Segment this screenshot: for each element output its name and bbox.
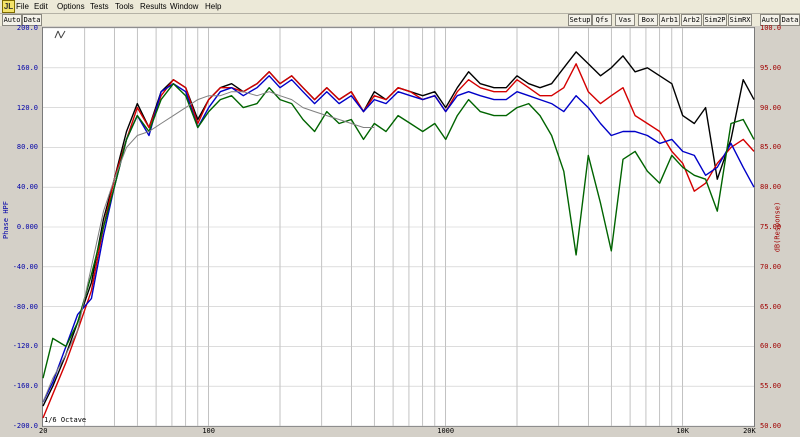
right-tick-label: 80.00 bbox=[760, 183, 782, 192]
right-tick-label: 50.00 bbox=[760, 422, 782, 430]
x-tick-label: 20 bbox=[39, 427, 48, 435]
logo-mark-icon bbox=[54, 30, 66, 39]
left-tick-label: -120.0 bbox=[12, 342, 38, 351]
series-black-line bbox=[42, 51, 755, 407]
x-tick-label: 100 bbox=[202, 427, 215, 435]
left-tick-label: -160.0 bbox=[12, 382, 38, 391]
left-tick-label: 80.00 bbox=[16, 143, 38, 152]
x-tick-label: 1000 bbox=[437, 427, 455, 435]
right-tick-label: 95.00 bbox=[760, 63, 782, 72]
x-tick-label: 20K bbox=[743, 427, 756, 435]
right-tick-label: 60.00 bbox=[760, 342, 782, 351]
right-axis-label: dB(Response) bbox=[773, 201, 782, 253]
right-tick-label: 85.00 bbox=[760, 143, 782, 152]
right-tick-label: 70.00 bbox=[760, 262, 782, 271]
left-tick-label: 160.0 bbox=[16, 63, 38, 72]
left-tick-label: 200.0 bbox=[16, 24, 38, 32]
left-axis-label: Phase HPF bbox=[1, 201, 10, 239]
series-green-line bbox=[42, 82, 755, 379]
right-tick-label: 55.00 bbox=[760, 382, 782, 391]
left-tick-label: 120.0 bbox=[16, 103, 38, 112]
right-tick-label: 90.00 bbox=[760, 103, 782, 112]
left-tick-label: 40.00 bbox=[16, 183, 38, 192]
series-red-line bbox=[42, 63, 755, 419]
right-tick-label: 100.0 bbox=[760, 24, 782, 32]
left-tick-label: -200.0 bbox=[12, 422, 38, 430]
smoothing-label: 1/6 Octave bbox=[44, 416, 87, 424]
x-tick-label: 10K bbox=[676, 427, 689, 435]
frequency-response-chart bbox=[42, 27, 755, 427]
right-tick-label: 65.00 bbox=[760, 302, 782, 311]
left-tick-label: -80.00 bbox=[12, 302, 38, 311]
left-tick-label: -40.00 bbox=[12, 262, 38, 271]
